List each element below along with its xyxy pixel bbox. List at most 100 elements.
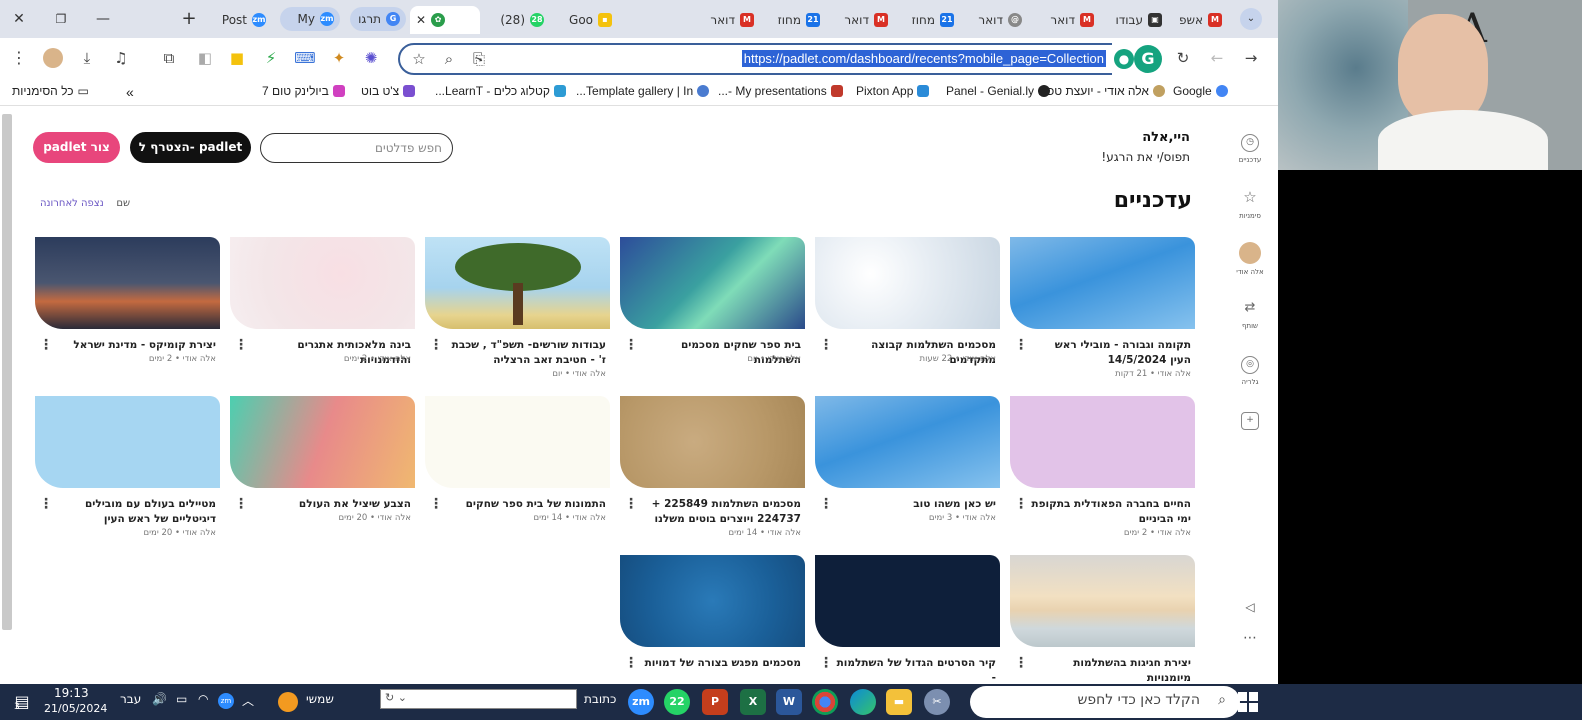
padlet-card[interactable]: קיר הסרטים הגדול של השתלמות - ⋮ — [815, 555, 1000, 684]
zoom-tray-icon[interactable]: zm — [218, 693, 234, 709]
bookmark-7[interactable]: צ'ט בוט — [361, 84, 416, 98]
padlet-card[interactable]: הצבע שיציל את העולם אלה אודי • 20 ימים ⋮ — [230, 396, 415, 556]
reload-icon[interactable]: ↻ — [1172, 47, 1194, 69]
card-thumbnail[interactable] — [620, 237, 805, 329]
install-app-icon[interactable]: ⎘ — [468, 48, 490, 70]
card-menu-icon[interactable]: ⋮ — [1014, 496, 1028, 512]
scrollbar[interactable] — [2, 114, 12, 630]
lightning-extension-icon[interactable]: ⚡ — [260, 47, 282, 69]
windows-search-input[interactable]: הקלד כאן כדי לחפש ⌕ — [970, 686, 1240, 718]
card-menu-icon[interactable]: ⋮ — [39, 337, 53, 353]
bookmark-8[interactable]: ביולינק טום 7 — [262, 84, 345, 98]
tab-0[interactable]: M אשפ — [1180, 6, 1228, 34]
volume-icon[interactable]: 🔊 — [152, 692, 167, 706]
padlet-card[interactable]: החיים בחברה הפאודלית בתקופת ימי הביניים … — [1010, 396, 1195, 556]
close-window-icon[interactable]: ✕ — [8, 8, 30, 30]
card-menu-icon[interactable]: ⋮ — [39, 496, 53, 512]
translate-extension-icon[interactable]: ⌨ — [294, 47, 316, 69]
language-indicator[interactable]: עבר — [120, 692, 141, 706]
card-thumbnail[interactable] — [425, 396, 610, 488]
padlet-card[interactable]: תקומה וגבורה - מובילי ראש העין 14/5/2024… — [1010, 237, 1195, 397]
weather-label[interactable]: שמשי — [306, 692, 334, 706]
g-extension-icon[interactable]: G — [1134, 45, 1162, 73]
padlet-card[interactable]: עבודות שורשים- תשפ"ד , שכבת ז' - חטיבת ז… — [425, 237, 610, 397]
card-thumbnail[interactable] — [1010, 396, 1195, 488]
address-refresh-icon[interactable]: ↻ ⌄ — [385, 691, 407, 704]
url-text[interactable]: https://padlet.com/dashboard/recents?mob… — [741, 50, 1106, 67]
sidebar-item-shared[interactable]: ⇄ שותף — [1230, 300, 1270, 330]
make-padlet-button[interactable]: צור padlet — [33, 132, 120, 163]
card-thumbnail[interactable] — [1010, 237, 1195, 329]
card-thumbnail[interactable] — [620, 396, 805, 488]
grammarly-extension-icon[interactable]: ● — [1114, 49, 1134, 69]
card-thumbnail[interactable] — [35, 396, 220, 488]
search-padlets-input[interactable]: חפש פדלטים — [260, 133, 453, 163]
bookmark-1[interactable]: אלה אודי - יועצת טכ... — [1038, 84, 1165, 98]
card-thumbnail[interactable] — [35, 237, 220, 329]
card-menu-icon[interactable]: ⋮ — [624, 655, 638, 671]
sidebar-item-gallery[interactable]: ◎ גלריה — [1230, 356, 1270, 386]
menu-kebab-icon[interactable]: ⋮ — [8, 47, 30, 69]
download-icon[interactable]: ⤓ — [76, 47, 98, 69]
tab-11[interactable]: G תרגו — [350, 7, 406, 31]
new-tab-icon[interactable]: + — [178, 8, 200, 30]
card-menu-icon[interactable]: ⋮ — [429, 337, 443, 353]
notification-icon[interactable]: ▤ — [8, 688, 36, 716]
clock-time[interactable]: 19:13 — [54, 686, 89, 700]
more-dots-icon[interactable]: ⋯ — [1230, 630, 1270, 646]
tab-13[interactable]: zm Post — [210, 6, 272, 34]
tray-expand-icon[interactable]: ︿ — [242, 692, 254, 709]
back-icon[interactable]: → — [1240, 47, 1262, 69]
windows-start-icon[interactable] — [1238, 692, 1258, 712]
padlet-card[interactable]: בינה מלאכותית אתגרים והזדמנויות אלה אודי… — [230, 237, 415, 397]
minimize-window-icon[interactable]: — — [92, 8, 114, 30]
bookmark-0[interactable]: Google — [1173, 84, 1228, 98]
edge-app-icon[interactable] — [850, 689, 876, 715]
address-bar[interactable]: ☆ ⌕ ⎘ https://padlet.com/dashboard/recen… — [398, 43, 1168, 75]
battery-icon[interactable]: ▭ — [176, 692, 187, 706]
padlet-card[interactable]: מסכמים השתלמות קבוצה מתקדמים אלה אודי • … — [815, 237, 1000, 397]
sidebar-item-profile[interactable]: אלה אודי — [1230, 242, 1270, 276]
close-tab-icon[interactable]: ✕ — [416, 13, 426, 27]
sort-name[interactable]: שם — [116, 198, 130, 209]
settings-extension-icon[interactable]: ✺ — [360, 47, 382, 69]
card-thumbnail[interactable] — [425, 237, 610, 329]
card-menu-icon[interactable]: ⋮ — [624, 496, 638, 512]
forward-icon[interactable]: ← — [1206, 47, 1228, 69]
clock-date[interactable]: 21/05/2024 — [44, 702, 107, 715]
card-menu-icon[interactable]: ⋮ — [234, 496, 248, 512]
card-thumbnail[interactable] — [230, 396, 415, 488]
sidebar-item-bookmarks[interactable]: ☆ סימניות — [1230, 190, 1270, 221]
padlet-card[interactable]: התמונות של בית ספר שחקים אלה אודי • 14 י… — [425, 396, 610, 556]
card-thumbnail[interactable] — [815, 555, 1000, 647]
card-menu-icon[interactable]: ⋮ — [819, 496, 833, 512]
bookmark-2[interactable]: Panel - Genial.ly — [946, 84, 1051, 98]
file-explorer-icon[interactable]: ▬ — [886, 689, 912, 715]
card-thumbnail[interactable] — [1010, 555, 1195, 647]
word-app-icon[interactable]: W — [776, 689, 802, 715]
sort-recently-viewed[interactable]: נצפה לאחרונה — [40, 198, 104, 209]
tab-3[interactable]: @ דואר — [968, 6, 1028, 34]
sidebar-item-add[interactable]: + — [1230, 412, 1270, 434]
card-menu-icon[interactable]: ⋮ — [819, 655, 833, 671]
card-thumbnail[interactable] — [230, 237, 415, 329]
wifi-icon[interactable]: ◠ — [198, 692, 208, 706]
card-menu-icon[interactable]: ⋮ — [819, 337, 833, 353]
padlet-card[interactable]: מסכמים מפגש בצורה של דמויות ⋮ — [620, 555, 805, 684]
tab-7[interactable]: M דואר — [700, 6, 760, 34]
padlet-card[interactable]: בית ספר שחקים מסכמים השתלמות אלה אודי • … — [620, 237, 805, 397]
tab-9[interactable]: 28 (28) — [488, 6, 550, 34]
padlet-card[interactable]: מסכמים השתלמות 225849 + 224737 ויוצרים ב… — [620, 396, 805, 556]
extensions-icon[interactable]: ⧉ — [158, 47, 180, 69]
tab-active[interactable]: ✕ ✿ — [410, 6, 480, 34]
extension-icon[interactable]: ◧ — [194, 47, 216, 69]
card-menu-icon[interactable]: ⋮ — [429, 496, 443, 512]
bookmark-3[interactable]: Pixton App — [856, 84, 930, 98]
tab-4[interactable]: 21 מחוז — [904, 6, 960, 34]
padlet-card[interactable]: יצירת חגיגות בהשתלמות מיומנויות ⋮ — [1010, 555, 1195, 684]
keep-extension-icon[interactable]: ■ — [226, 47, 248, 69]
tab-search-icon[interactable]: ⌄ — [1240, 8, 1262, 30]
bookmarks-overflow-icon[interactable]: » — [126, 84, 134, 100]
zoom-app-icon[interactable]: zm — [628, 689, 654, 715]
chrome-app-icon[interactable] — [812, 689, 838, 715]
